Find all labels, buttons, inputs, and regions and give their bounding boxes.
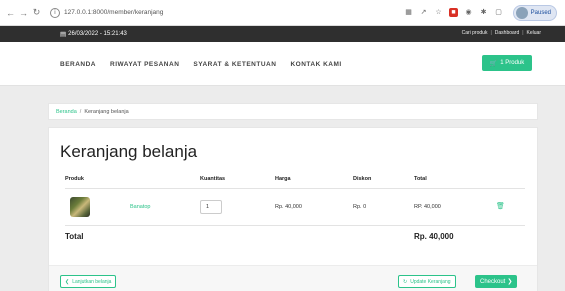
breadcrumb-separator: / — [79, 108, 82, 115]
profile-status: Paused — [530, 10, 551, 16]
logout-link[interactable]: Keluar — [527, 30, 541, 36]
chevron-right-icon: ❯ — [507, 279, 513, 285]
extension-icons: ▦ ↗ ☆ ■ ◉ ✱ ▢ — [404, 8, 503, 17]
extension-red-icon[interactable]: ■ — [449, 8, 458, 17]
separator: | — [490, 30, 492, 36]
forward-arrow-icon[interactable]: → — [18, 8, 29, 18]
calendar-icon: ▤ — [60, 31, 67, 38]
total-row: Total Rp. 40,000 — [65, 226, 525, 256]
breadcrumb: Beranda / Keranjang belanja — [48, 103, 538, 120]
extension-camera-icon[interactable]: ◉ — [464, 8, 473, 17]
update-cart-label: Update Keranjang — [410, 278, 451, 285]
site-info-icon[interactable]: i — [50, 7, 60, 18]
trash-icon[interactable]: 🗑 — [496, 202, 505, 210]
top-links: Cari produk | Dashboard | Keluar — [462, 30, 541, 36]
main-navigation: BERANDA RIWAYAT PESANAN SYARAT & KETENTU… — [0, 42, 565, 86]
cart-card: Keranjang belanja Produk Kuantitas Harga… — [48, 127, 538, 291]
product-discount: Rp. 0 — [353, 204, 367, 210]
product-thumbnail[interactable] — [70, 197, 90, 217]
top-info-bar: ▤ 26/03/2022 - 15:21:43 Cari produk | Da… — [0, 26, 565, 42]
total-value: Rp. 40,000 — [414, 232, 454, 241]
header-quantity: Kuantitas — [200, 176, 226, 182]
search-products-link[interactable]: Cari produk — [462, 30, 488, 36]
share-icon[interactable]: ↗ — [419, 8, 428, 17]
back-arrow-icon[interactable]: ← — [5, 8, 16, 18]
nav-item-contact[interactable]: KONTAK KAMI — [290, 61, 341, 68]
product-price: Rp. 40,000 — [275, 204, 302, 210]
page-title: Keranjang belanja — [60, 142, 198, 161]
url-text: 127.0.0.1:8000/member/keranjang — [64, 9, 164, 16]
header-price: Harga — [275, 176, 291, 182]
product-total: RP. 40,000 — [414, 204, 441, 210]
profile-button[interactable]: Paused — [512, 5, 557, 21]
sidebar-icon[interactable]: ▢ — [494, 8, 503, 17]
table-row: Banatop Rp. 40,000 Rp. 0 RP. 40,000 🗑 — [65, 189, 525, 226]
quantity-input[interactable] — [200, 200, 222, 214]
refresh-icon: ↻ — [403, 278, 408, 285]
header-total: Total — [414, 176, 427, 182]
address-bar[interactable]: i 127.0.0.1:8000/member/keranjang — [50, 5, 420, 21]
puzzle-icon[interactable]: ✱ — [479, 8, 488, 17]
continue-shopping-button[interactable]: ❮ Lanjutkan belanja — [60, 275, 117, 288]
total-label: Total — [65, 232, 84, 241]
table-header: Produk Kuantitas Harga Diskon Total — [65, 171, 525, 189]
header-discount: Diskon — [353, 176, 372, 182]
reload-icon[interactable]: ↻ — [31, 7, 42, 18]
cart-button[interactable]: 🛒 1 Produk — [482, 55, 532, 71]
cart-count-label: 1 Produk — [500, 60, 525, 66]
continue-shopping-label: Lanjutkan belanja — [72, 278, 112, 285]
separator: | — [522, 30, 524, 36]
nav-item-order-history[interactable]: RIWAYAT PESANAN — [110, 61, 179, 68]
star-icon[interactable]: ☆ — [434, 8, 443, 17]
avatar — [515, 7, 528, 19]
current-datetime: 26/03/2022 - 15:21:43 — [68, 31, 127, 37]
nav-menu: BERANDA RIWAYAT PESANAN SYARAT & KETENTU… — [60, 61, 342, 68]
cart-table: Produk Kuantitas Harga Diskon Total Bana… — [65, 171, 525, 256]
dashboard-link[interactable]: Dashboard — [495, 30, 519, 36]
chevron-left-icon: ❮ — [65, 278, 70, 285]
update-cart-button[interactable]: ↻ Update Keranjang — [398, 275, 456, 288]
cart-icon: 🛒 — [489, 60, 498, 67]
cart-actions: ❮ Lanjutkan belanja ↻ Update Keranjang C… — [49, 265, 537, 291]
breadcrumb-home-link[interactable]: Beranda — [56, 109, 77, 115]
translate-icon[interactable]: ▦ — [404, 8, 413, 17]
header-product: Produk — [65, 176, 84, 182]
breadcrumb-current: Keranjang belanja — [84, 108, 129, 115]
nav-item-home[interactable]: BERANDA — [60, 61, 96, 68]
product-name-link[interactable]: Banatop — [130, 204, 151, 210]
checkout-button[interactable]: Checkout ❯ — [475, 275, 518, 288]
checkout-label: Checkout — [480, 278, 506, 285]
nav-item-terms[interactable]: SYARAT & KETENTUAN — [193, 61, 276, 68]
browser-toolbar: ← → ↻ i 127.0.0.1:8000/member/keranjang … — [0, 0, 565, 26]
